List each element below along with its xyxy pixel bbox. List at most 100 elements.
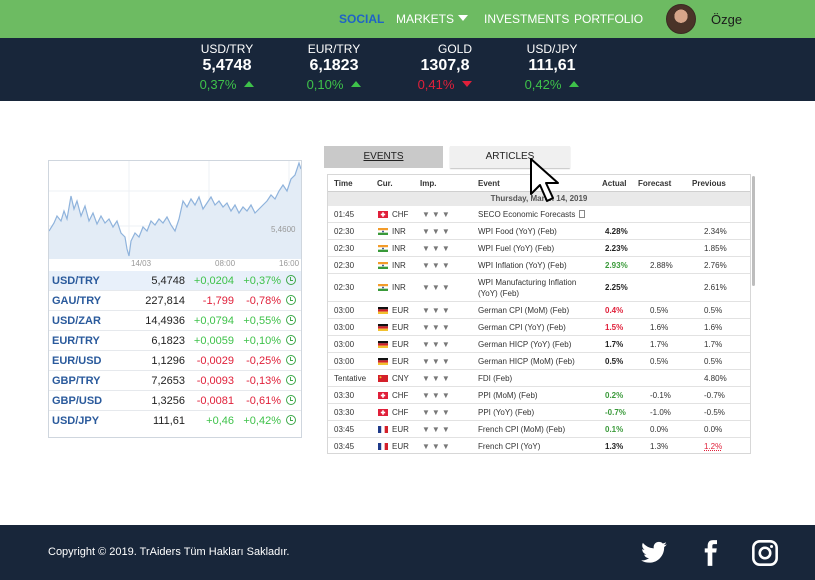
col-event: Event xyxy=(478,179,500,188)
nav-markets[interactable]: MARKETS xyxy=(396,12,454,26)
event-name[interactable]: German HICP (MoM) (Feb) xyxy=(478,357,575,366)
event-time: 03:00 xyxy=(334,323,355,332)
event-actual: 0.2% xyxy=(605,391,624,400)
rate-change: +0,0794 xyxy=(193,315,234,327)
rate-row[interactable]: EUR/TRY 6,1823 +0,0059 +0,10% xyxy=(49,331,301,351)
event-forecast: 0.5% xyxy=(650,306,669,315)
rate-pair[interactable]: GBP/USD xyxy=(52,395,102,407)
event-forecast: 1.7% xyxy=(650,340,669,349)
chart-x-label: 14/03 xyxy=(131,259,152,268)
event-name-cont[interactable]: (YoY) (Feb) xyxy=(478,289,519,298)
event-actual: -0.7% xyxy=(605,408,626,417)
rate-pair[interactable]: EUR/USD xyxy=(52,355,102,367)
event-name[interactable]: German HICP (YoY) (Feb) xyxy=(478,340,571,349)
rate-pair[interactable]: GBP/TRY xyxy=(52,375,101,387)
calendar-row[interactable]: 02:30 INR ▼▼▼ WPI Manufacturing Inflation (Y… xyxy=(328,274,750,302)
calendar-row[interactable]: 03:45 EUR ▼▼▼ French CPI (YoY) 1.3% 1.3% 1.2% xyxy=(328,438,750,453)
rate-row[interactable]: USD/TRY 5,4748 +0,0204 +0,37% xyxy=(49,271,301,291)
rate-pair[interactable]: USD/JPY xyxy=(52,415,99,427)
event-name[interactable]: PPI (MoM) (Feb) xyxy=(478,391,538,400)
col-importance: Imp. xyxy=(420,179,437,188)
calendar-row[interactable]: 03:00 EUR ▼▼▼ German HICP (YoY) (Feb) 1.7% 1.… xyxy=(328,336,750,353)
facebook-icon[interactable] xyxy=(696,539,724,567)
clock-icon xyxy=(286,375,296,385)
rate-row[interactable]: GBP/USD 1,3256 -0,0081 -0,61% xyxy=(49,391,301,411)
calendar-row[interactable]: Tentative CNY ▼▼▼ FDI (Feb) 4.80% xyxy=(328,370,750,387)
chart-x-label: 16:00 xyxy=(279,259,300,268)
ticker-label: GOLD xyxy=(437,42,472,56)
calendar-row[interactable]: 03:00 EUR ▼▼▼ German HICP (MoM) (Feb) 0.5% 0.… xyxy=(328,353,750,370)
event-name[interactable]: FDI (Feb) xyxy=(478,374,512,383)
calendar-row[interactable]: 03:45 EUR ▼▼▼ French CPI (MoM) (Feb) 0.1% 0.0… xyxy=(328,421,750,438)
event-name[interactable]: SECO Economic Forecasts xyxy=(478,210,586,219)
nav-investments[interactable]: INVESTMENTS xyxy=(484,12,569,26)
event-name[interactable]: WPI Fuel (YoY) (Feb) xyxy=(478,244,554,253)
price-chart[interactable]: 14/03 08:00 16:00 5,4600 xyxy=(49,161,301,271)
calendar-scrollbar[interactable] xyxy=(752,176,755,286)
rate-pair[interactable]: USD/ZAR xyxy=(52,315,101,327)
calendar-row[interactable]: 01:45 CHF ▼▼▼ SECO Economic Forecasts xyxy=(328,206,750,223)
event-name[interactable]: German CPI (YoY) (Feb) xyxy=(478,323,566,332)
event-forecast: 0.0% xyxy=(650,425,669,434)
event-name[interactable]: PPI (YoY) (Feb) xyxy=(478,408,534,417)
rate-row[interactable]: USD/JPY 111,61 +0,46 +0,42% xyxy=(49,411,301,431)
tab-events[interactable]: EVENTS xyxy=(324,146,443,168)
col-time: Time xyxy=(334,179,353,188)
event-previous: 4.80% xyxy=(704,374,727,383)
rate-row[interactable]: EUR/USD 1,1296 -0,0029 -0,25% xyxy=(49,351,301,371)
importance-icon: ▼▼▼ xyxy=(422,391,452,400)
calendar-row[interactable]: 02:30 INR ▼▼▼ WPI Fuel (YoY) (Feb) 2.23% 1.85… xyxy=(328,240,750,257)
flag-in-icon xyxy=(378,284,388,291)
rate-row[interactable]: GBP/TRY 7,2653 -0,0093 -0,13% xyxy=(49,371,301,391)
document-icon xyxy=(579,210,586,218)
clock-icon xyxy=(286,415,296,425)
calendar-row[interactable]: 03:00 EUR ▼▼▼ German CPI (MoM) (Feb) 0.4% 0.5… xyxy=(328,302,750,319)
event-forecast: -0.1% xyxy=(650,391,671,400)
rate-change: +0,0059 xyxy=(193,335,234,347)
calendar-row[interactable]: 03:30 CHF ▼▼▼ PPI (MoM) (Feb) 0.2% -0.1% -0.7% xyxy=(328,387,750,404)
ticker-change: 0,42% xyxy=(502,77,602,92)
event-name[interactable]: WPI Inflation (YoY) (Feb) xyxy=(478,261,567,270)
rate-row[interactable]: USD/ZAR 14,4936 +0,0794 +0,55% xyxy=(49,311,301,331)
event-name[interactable]: German CPI (MoM) (Feb) xyxy=(478,306,569,315)
event-actual: 0.4% xyxy=(605,306,624,315)
event-forecast: 1.3% xyxy=(650,442,669,451)
event-currency: INR xyxy=(392,261,406,270)
event-name[interactable]: WPI Food (YoY) (Feb) xyxy=(478,227,557,236)
user-name[interactable]: Özge xyxy=(711,12,742,27)
rate-pair[interactable]: EUR/TRY xyxy=(52,335,100,347)
rate-pair[interactable]: GAU/TRY xyxy=(52,295,101,307)
event-name[interactable]: WPI Manufacturing Inflation xyxy=(478,278,576,287)
event-time: 02:30 xyxy=(334,283,355,292)
importance-icon: ▼▼▼ xyxy=(422,408,452,417)
calendar-row[interactable]: 02:30 INR ▼▼▼ WPI Food (YoY) (Feb) 4.28% 2.34… xyxy=(328,223,750,240)
nav-portfolio[interactable]: PORTFOLIO xyxy=(574,12,643,26)
chevron-down-icon[interactable] xyxy=(458,15,468,21)
clock-icon xyxy=(286,295,296,305)
event-currency: CNY xyxy=(392,374,409,383)
calendar-row[interactable]: 02:30 INR ▼▼▼ WPI Inflation (YoY) (Feb) 2.93… xyxy=(328,257,750,274)
event-actual: 2.25% xyxy=(605,283,628,292)
avatar[interactable] xyxy=(666,4,696,34)
rate-value: 227,814 xyxy=(145,295,185,307)
ticker-label: EUR/TRY xyxy=(307,42,361,56)
event-time: 03:45 xyxy=(334,442,355,451)
chart-y-label: 5,4600 xyxy=(271,225,296,234)
event-name[interactable]: French CPI (YoY) xyxy=(478,442,540,451)
event-time: Tentative xyxy=(334,374,367,383)
ticker-change: 0,41% xyxy=(395,77,495,92)
twitter-icon[interactable] xyxy=(640,539,668,567)
clock-icon xyxy=(286,315,296,325)
event-name[interactable]: French CPI (MoM) (Feb) xyxy=(478,425,565,434)
rate-pair[interactable]: USD/TRY xyxy=(52,275,100,287)
instagram-icon[interactable] xyxy=(751,539,779,567)
event-time: 02:30 xyxy=(334,261,355,270)
event-currency: CHF xyxy=(392,210,409,219)
rate-change: +0,0204 xyxy=(193,275,234,287)
calendar-row[interactable]: 03:30 CHF ▼▼▼ PPI (YoY) (Feb) -0.7% -1.0% -0.5… xyxy=(328,404,750,421)
nav-social[interactable]: SOCIAL xyxy=(339,12,384,26)
chart-x-label: 08:00 xyxy=(215,259,236,268)
calendar-row[interactable]: 03:00 EUR ▼▼▼ German CPI (YoY) (Feb) 1.5% 1.6… xyxy=(328,319,750,336)
rate-percent: +0,10% xyxy=(243,335,281,347)
rate-row[interactable]: GAU/TRY 227,814 -1,799 -0,78% xyxy=(49,291,301,311)
